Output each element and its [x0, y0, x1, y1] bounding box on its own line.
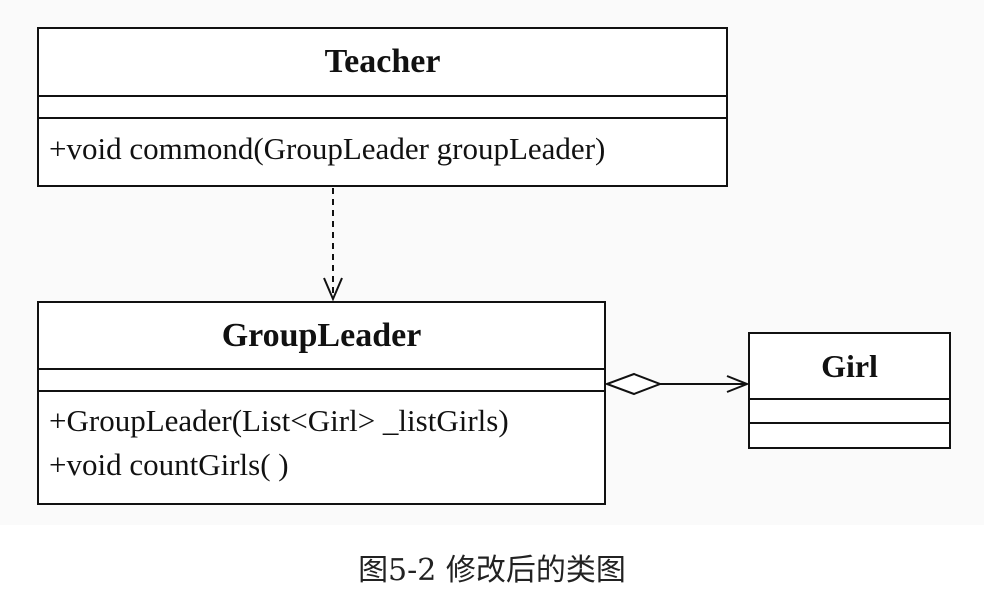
attributes-compartment-girl	[750, 400, 949, 424]
class-box-groupleader: GroupLeader +GroupLeader(List<Girl> _lis…	[37, 301, 606, 505]
operations-compartment-girl	[750, 424, 949, 447]
class-name-teacher: Teacher	[39, 29, 726, 97]
class-name-groupleader: GroupLeader	[39, 303, 604, 370]
class-box-teacher: Teacher +void commond(GroupLeader groupL…	[37, 27, 728, 187]
operation-commond: +void commond(GroupLeader groupLeader)	[49, 131, 606, 166]
class-box-girl: Girl	[748, 332, 951, 449]
attributes-compartment-teacher	[39, 97, 726, 119]
operations-compartment-groupleader: +GroupLeader(List<Girl> _listGirls) +voi…	[39, 392, 604, 487]
attributes-compartment-groupleader	[39, 370, 604, 392]
operation-countgirls: +void countGirls( )	[49, 447, 289, 482]
figure-caption: 图5-2 修改后的类图	[358, 553, 626, 588]
operation-constructor: +GroupLeader(List<Girl> _listGirls)	[49, 403, 509, 438]
class-name-girl: Girl	[750, 334, 949, 400]
operations-compartment-teacher: +void commond(GroupLeader groupLeader)	[39, 119, 726, 169]
